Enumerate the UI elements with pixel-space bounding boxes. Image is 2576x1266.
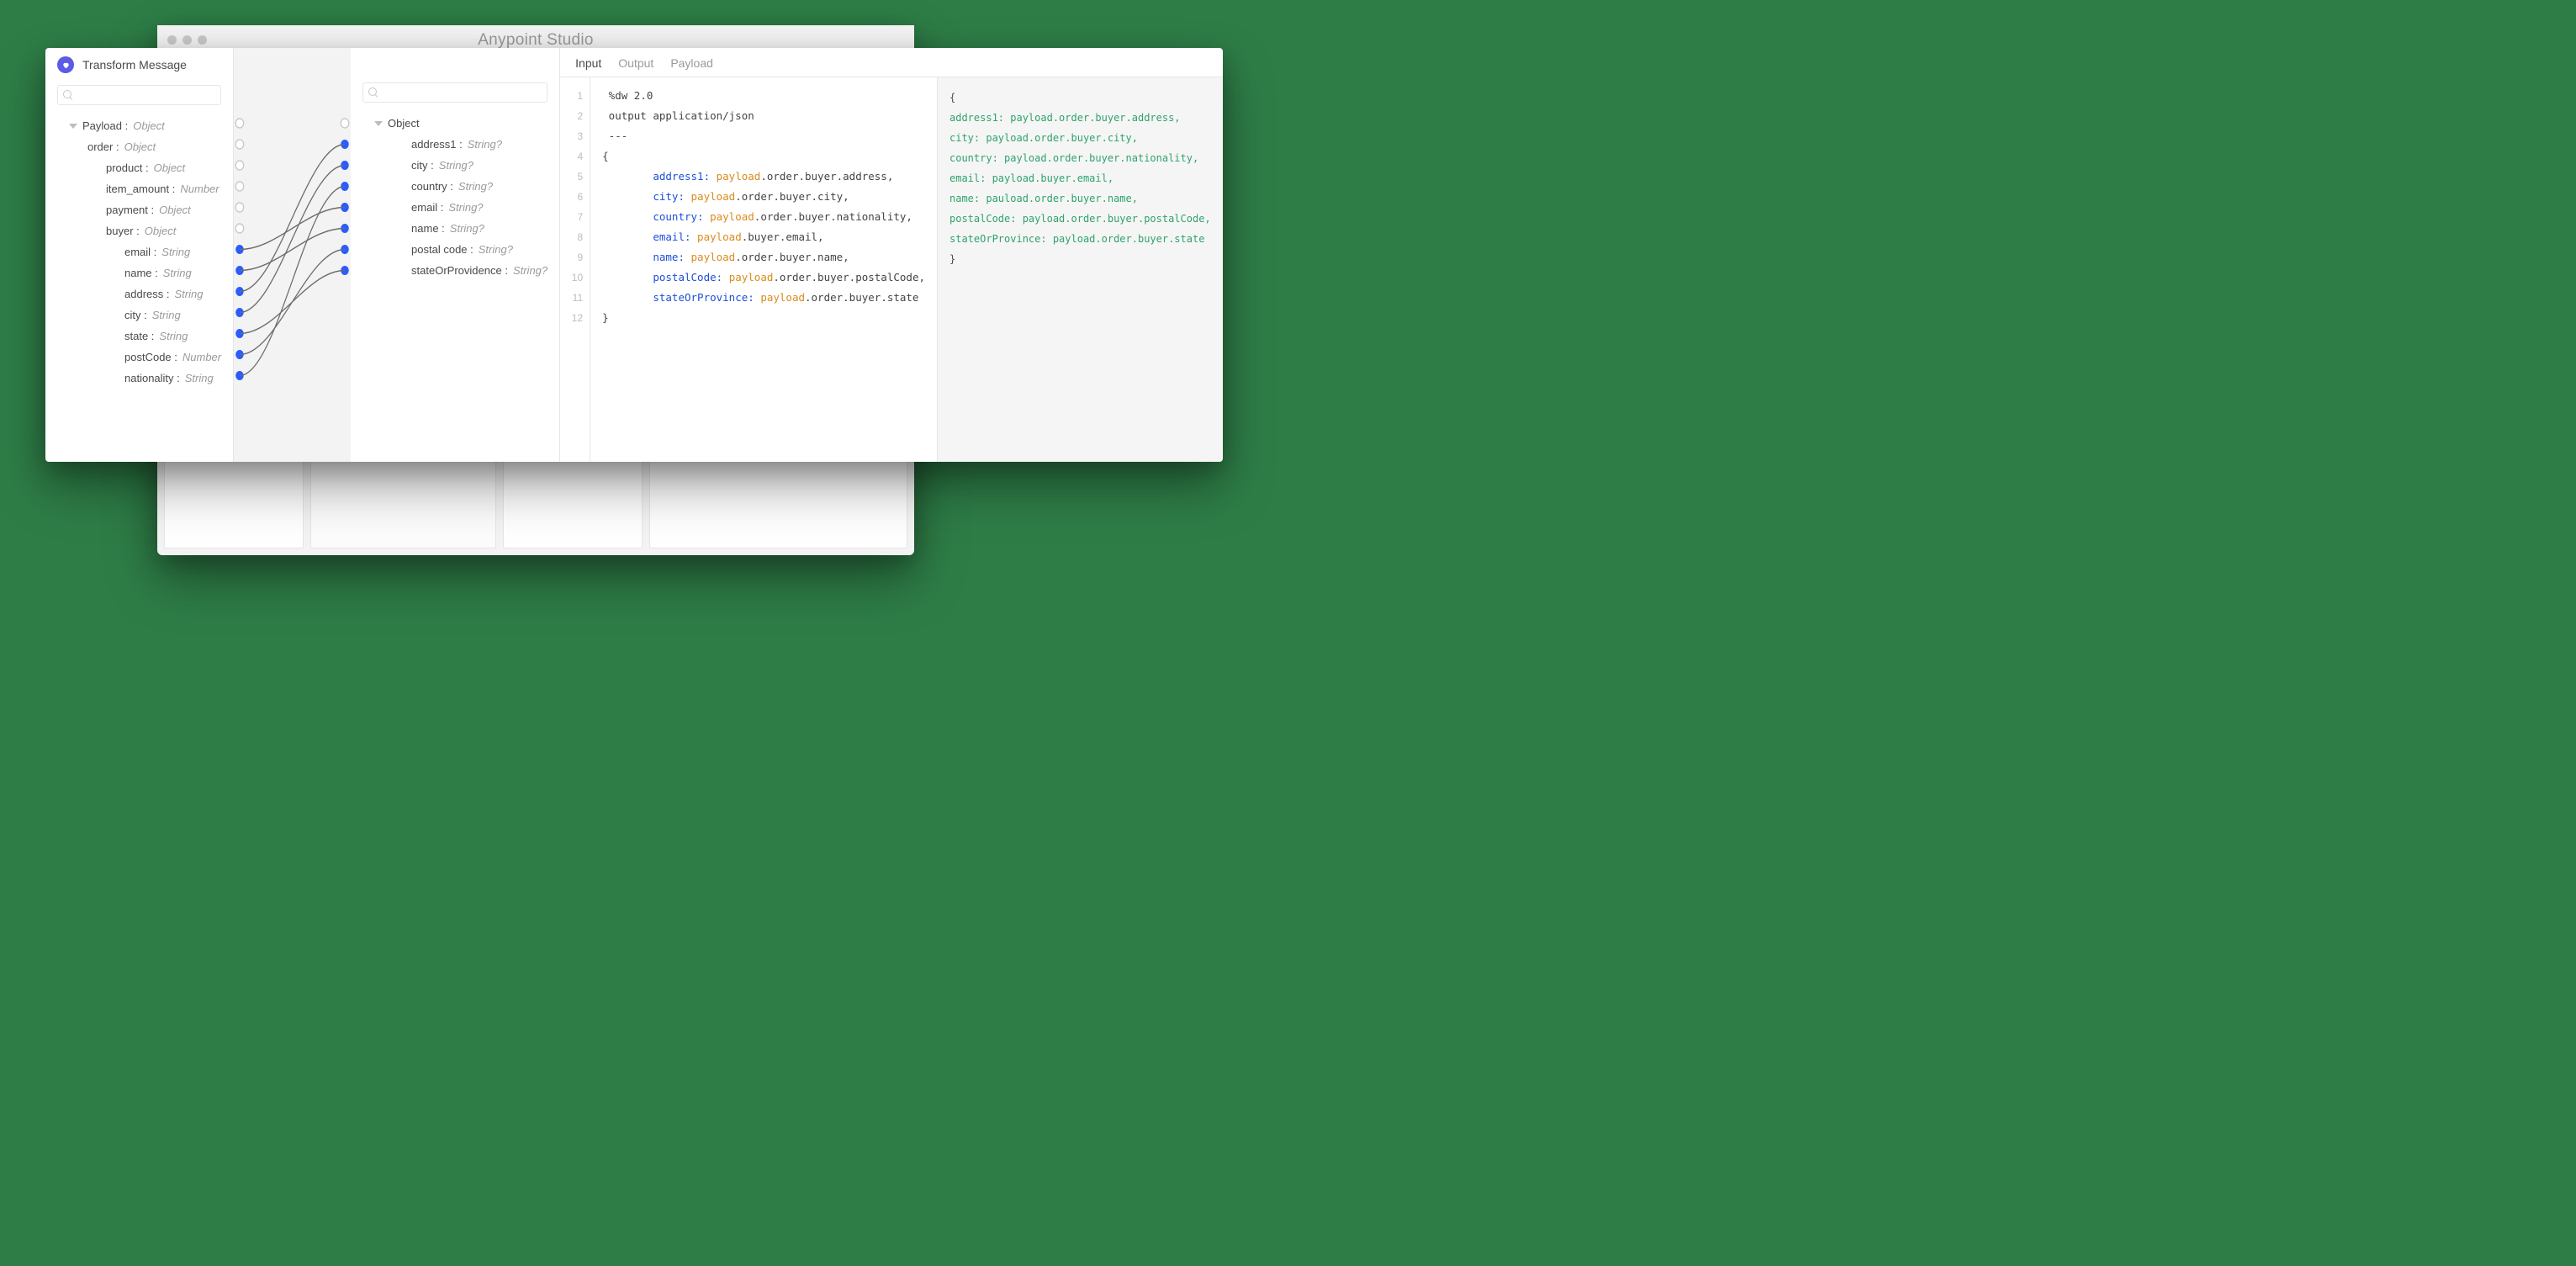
source-field-nationality[interactable]: nationality : String	[57, 368, 221, 389]
source-field-buyer[interactable]: buyer : Object	[57, 220, 221, 241]
editor-wrap: 123456789101112 %dw 2.0 output applicati…	[560, 77, 1223, 462]
source-field-state[interactable]: state : String	[57, 326, 221, 347]
code-column: Input Output Payload 123456789101112 %dw…	[560, 48, 1223, 462]
mapping-canvas[interactable]	[234, 48, 351, 462]
target-search[interactable]	[362, 82, 547, 103]
tab-output[interactable]: Output	[618, 56, 653, 70]
tab-payload[interactable]: Payload	[670, 56, 713, 70]
line-gutter: 123456789101112	[560, 77, 590, 462]
source-field-payment[interactable]: payment : Object	[57, 199, 221, 220]
traffic-close[interactable]	[167, 35, 177, 45]
source-field-address[interactable]: address : String	[57, 283, 221, 305]
target-field-stateOrProvidence[interactable]: stateOrProvidence : String?	[362, 260, 547, 281]
target-field-city[interactable]: city : String?	[362, 155, 547, 176]
output-column: Objectaddress1 : String?city : String?co…	[351, 48, 560, 462]
search-icon	[368, 87, 378, 98]
transform-icon	[57, 56, 74, 73]
source-field-email[interactable]: email : String	[57, 241, 221, 262]
traffic-min[interactable]	[182, 35, 192, 45]
preview-pane: { address1: payload.order.buyer.address,…	[937, 77, 1223, 462]
target-field-postal_code[interactable]: postal code : String?	[362, 239, 547, 260]
input-column: Transform Message Payload : Objectorder …	[45, 48, 234, 462]
target-field-country[interactable]: country : String?	[362, 176, 547, 197]
source-field-name_field[interactable]: name : String	[57, 262, 221, 283]
tab-input[interactable]: Input	[575, 56, 601, 70]
source-field-order[interactable]: order : Object	[57, 136, 221, 157]
source-search[interactable]	[57, 85, 221, 105]
panel-header: Transform Message	[45, 48, 233, 82]
window-controls[interactable]	[167, 35, 207, 45]
code-tabs: Input Output Payload	[560, 48, 1223, 77]
panel-title: Transform Message	[82, 58, 187, 72]
search-icon	[63, 90, 73, 100]
source-field-item_amount[interactable]: item_amount : Number	[57, 178, 221, 199]
target-field-email[interactable]: email : String?	[362, 197, 547, 218]
source-field-root[interactable]: Payload : Object	[57, 115, 221, 136]
source-tree[interactable]: Payload : Objectorder : Objectproduct : …	[45, 109, 233, 395]
code-editor[interactable]: %dw 2.0 output application/json ---{ add…	[590, 77, 937, 462]
transform-panel: Transform Message Payload : Objectorder …	[45, 48, 1223, 462]
target-tree[interactable]: Objectaddress1 : String?city : String?co…	[351, 106, 559, 288]
source-field-postCode[interactable]: postCode : Number	[57, 347, 221, 368]
target-field-address1[interactable]: address1 : String?	[362, 134, 547, 155]
target-field-name_field[interactable]: name : String?	[362, 218, 547, 239]
traffic-max[interactable]	[198, 35, 207, 45]
source-field-city[interactable]: city : String	[57, 305, 221, 326]
source-field-product[interactable]: product : Object	[57, 157, 221, 178]
target-field-root[interactable]: Object	[362, 113, 547, 134]
